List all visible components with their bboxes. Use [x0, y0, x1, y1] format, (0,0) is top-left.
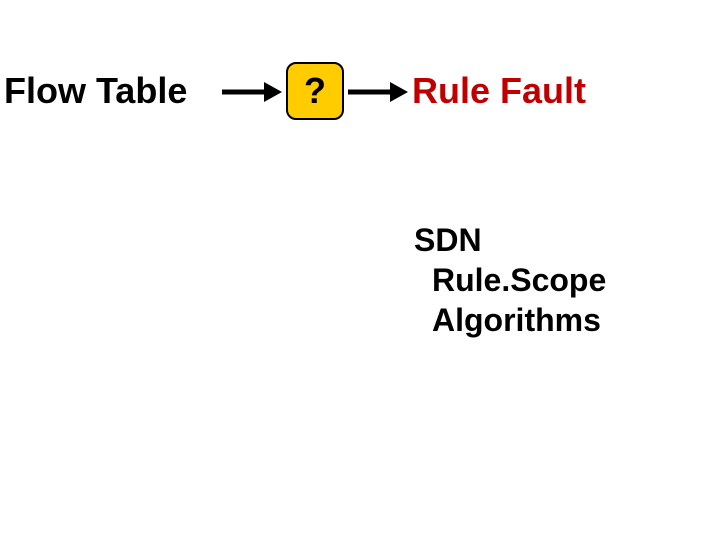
arrow-1-icon	[220, 80, 284, 104]
sublist-item-1: SDN	[414, 220, 606, 260]
sublist: SDN Rule.Scope Algorithms	[414, 220, 606, 340]
slide: Flow Table ? Rule Fault SDN Rule.Scope A…	[0, 0, 720, 540]
question-box: ?	[286, 62, 344, 120]
sublist-item-3: Algorithms	[414, 300, 606, 340]
arrow-2-icon	[346, 80, 410, 104]
question-mark-label: ?	[304, 70, 326, 112]
sublist-item-2: Rule.Scope	[414, 260, 606, 300]
flow-table-label: Flow Table	[4, 70, 187, 112]
rule-fault-label: Rule Fault	[412, 70, 586, 112]
